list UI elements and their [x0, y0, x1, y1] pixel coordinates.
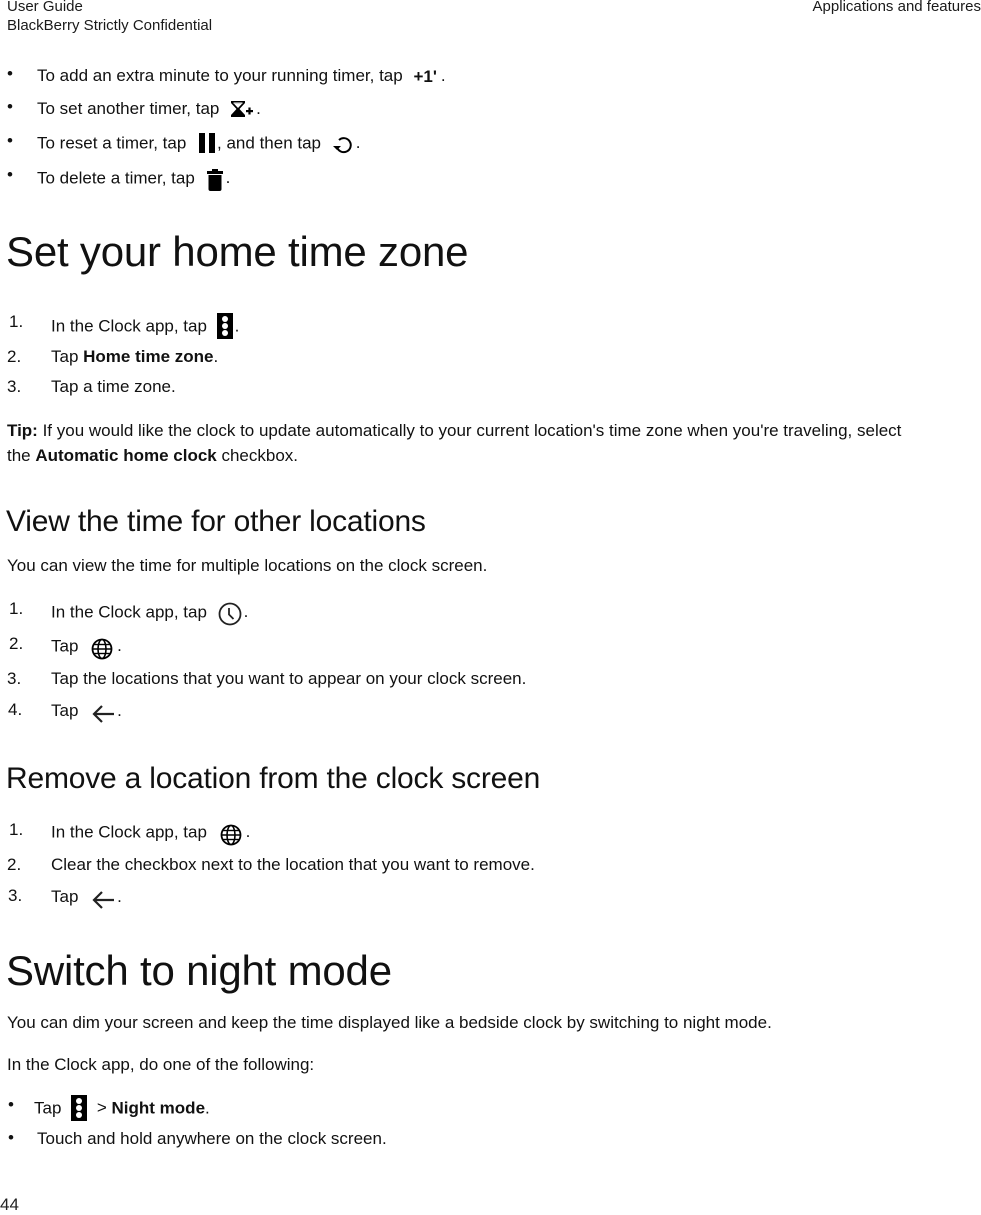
add-timer-icon [230, 100, 254, 118]
list-item: Clear the checkbox next to the location … [51, 855, 535, 874]
list-item: To set another timer, tap . [37, 99, 261, 118]
back-arrow-icon [91, 704, 115, 724]
section-heading-remove-location: Remove a location from the clock screen [6, 762, 541, 795]
section-intro: You can dim your screen and keep the tim… [7, 1013, 772, 1032]
more-options-icon [216, 313, 233, 339]
pause-icon [197, 132, 217, 154]
list-item: Tap . [51, 701, 122, 724]
step-number: 3. [7, 377, 22, 396]
ui-term: Night mode [111, 1098, 206, 1118]
section-intro: You can view the time for multiple locat… [7, 556, 488, 575]
tip-line-1: Tip: If you would like the clock to upda… [7, 421, 902, 440]
list-item: In the Clock app, tap . [51, 822, 250, 846]
list-item: In the Clock app, tap . [51, 313, 239, 340]
bullet-marker: • [8, 1095, 14, 1114]
bullet-marker: • [7, 165, 13, 184]
step-number: 3. [8, 886, 23, 905]
bullet-marker: • [7, 64, 13, 83]
step-number: 3. [7, 669, 22, 688]
list-item: To reset a timer, tap , and then tap . [37, 133, 360, 155]
bullet-marker: • [7, 97, 13, 116]
plus-one-minute-icon: +1' [413, 66, 437, 86]
section-lead: In the Clock app, do one of the followin… [7, 1055, 315, 1074]
list-item: To delete a timer, tap . [37, 167, 230, 191]
globe-icon [91, 638, 113, 660]
list-item: Tap the locations that you want to appea… [51, 669, 527, 688]
step-number: 1. [9, 599, 24, 618]
trash-icon [206, 168, 224, 192]
back-arrow-icon [91, 890, 115, 910]
bullet-marker: • [7, 131, 13, 150]
list-item: Touch and hold anywhere on the clock scr… [37, 1129, 387, 1148]
bullet-marker: • [8, 1128, 14, 1147]
page-number: 44 [0, 1195, 19, 1214]
section-heading-night-mode: Switch to night mode [6, 947, 392, 994]
section-heading-home-time-zone: Set your home time zone [6, 228, 469, 275]
globe-icon [220, 824, 242, 846]
list-item: Tap a time zone. [51, 377, 176, 396]
ui-term: Home time zone [83, 347, 214, 366]
list-item: Tap Home time zone. [51, 347, 219, 366]
confidentiality-label: BlackBerry Strictly Confidential [7, 17, 213, 34]
reset-icon [332, 135, 354, 155]
tip-line-2: the Automatic home clock checkbox. [7, 446, 298, 465]
ui-term: Automatic home clock [35, 446, 217, 465]
step-number: 2. [7, 855, 22, 874]
list-item: Tap . [51, 887, 122, 910]
list-item: Tap > Night mode. [34, 1095, 210, 1122]
section-title: Applications and features [812, 0, 981, 15]
step-number: 4. [8, 700, 23, 719]
step-number: 1. [9, 820, 24, 839]
list-item: To add an extra minute to your running t… [37, 66, 446, 86]
list-item: In the Clock app, tap . [51, 601, 248, 626]
step-number: 2. [9, 634, 24, 653]
doc-title: User Guide [7, 0, 83, 15]
list-item: Tap . [51, 636, 122, 660]
tip-label: Tip: [7, 421, 38, 440]
section-heading-other-locations: View the time for other locations [6, 505, 426, 538]
step-number: 2. [7, 347, 22, 366]
more-options-icon [71, 1095, 88, 1121]
clock-icon [218, 602, 242, 626]
step-number: 1. [9, 312, 24, 331]
